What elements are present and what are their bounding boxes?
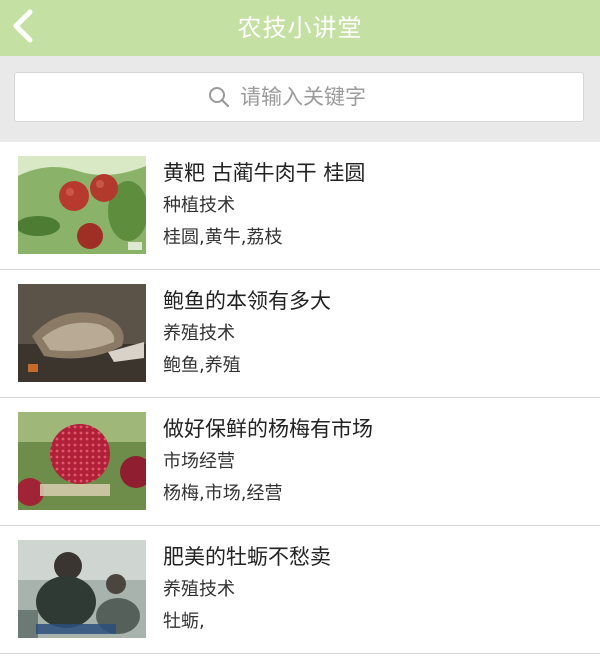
- list-item[interactable]: 做好保鲜的杨梅有市场 市场经营 杨梅,市场,经营: [0, 398, 600, 526]
- item-category: 种植技术: [163, 195, 235, 216]
- item-category: 养殖技术: [163, 323, 235, 344]
- item-tags: 牡蛎,: [163, 611, 205, 632]
- item-tags: 鲍鱼,养殖: [163, 355, 241, 376]
- abalone-thumbnail: [18, 284, 146, 382]
- oyster-thumbnail: [18, 540, 146, 638]
- item-title: 黄粑 古蔺牛肉干 桂圆: [163, 161, 366, 185]
- longan-thumbnail: [18, 156, 146, 254]
- search-box[interactable]: [14, 72, 584, 122]
- item-title: 做好保鲜的杨梅有市场: [163, 417, 373, 441]
- page-title: 农技小讲堂: [237, 14, 363, 42]
- item-category: 市场经营: [163, 451, 235, 472]
- bayberry-thumbnail: [18, 412, 146, 510]
- item-tags: 杨梅,市场,经营: [163, 483, 283, 504]
- item-title: 鲍鱼的本领有多大: [163, 289, 331, 313]
- search-input[interactable]: [240, 85, 390, 109]
- item-tags: 桂圆,黄牛,荔枝: [163, 227, 283, 248]
- list-item[interactable]: 鲍鱼的本领有多大 养殖技术 鲍鱼,养殖: [0, 270, 600, 398]
- item-category: 养殖技术: [163, 579, 235, 600]
- item-title: 肥美的牡蛎不愁卖: [163, 545, 331, 569]
- search-icon: [209, 87, 230, 108]
- app-header: 农技小讲堂: [0, 0, 600, 56]
- list-item[interactable]: 黄粑 古蔺牛肉干 桂圆 种植技术 桂圆,黄牛,荔枝: [0, 142, 600, 270]
- search-bar: [0, 56, 600, 142]
- lecture-list: 黄粑 古蔺牛肉干 桂圆 种植技术 桂圆,黄牛,荔枝 鲍鱼的本领有多大 养殖技术 …: [0, 142, 600, 654]
- list-item[interactable]: 肥美的牡蛎不愁卖 养殖技术 牡蛎,: [0, 526, 600, 654]
